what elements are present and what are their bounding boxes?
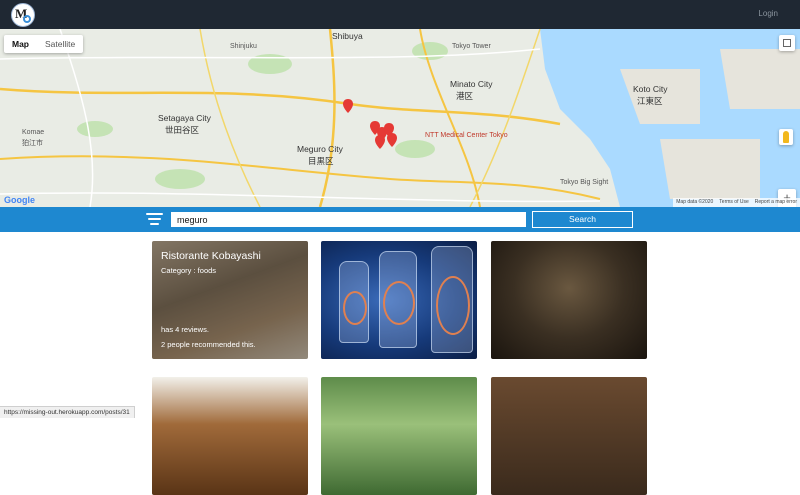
map-canvas — [0, 29, 800, 207]
menu-icon[interactable] — [146, 212, 163, 226]
card-recommend: 2 people recommended this. — [161, 340, 256, 349]
map-label: 江東区 — [637, 96, 663, 106]
map-label: Shinjuku — [230, 43, 257, 50]
map-type-map[interactable]: Map — [4, 35, 37, 53]
map-label: Koto City — [633, 84, 668, 94]
pegman-icon[interactable] — [779, 129, 793, 145]
map-label: 狛江市 — [22, 140, 43, 147]
map-label: 港区 — [456, 91, 474, 101]
card-photo-detail — [343, 291, 367, 325]
login-link[interactable]: Login — [758, 9, 778, 18]
map-view[interactable]: Shibuya Minato City 港区 Setagaya City 世田谷… — [0, 29, 800, 207]
post-card[interactable] — [321, 377, 477, 495]
logo-ring — [23, 15, 31, 23]
map-label: NTT Medical Center Tokyo — [425, 132, 508, 139]
post-card[interactable] — [321, 241, 477, 359]
map-label: Komae — [22, 129, 45, 136]
search-button[interactable]: Search — [532, 211, 633, 228]
map-label: Shibuya — [332, 31, 363, 41]
map-footer: Map data ©2020 Terms of Use Report a map… — [673, 198, 800, 207]
map-data-attribution: Map data ©2020 — [676, 199, 714, 205]
map-label: Tokyo Tower — [452, 43, 491, 50]
map-label: Minato City — [450, 79, 493, 89]
card-title: Ristorante Kobayashi — [161, 250, 261, 262]
map-label: 世田谷区 — [165, 125, 200, 135]
terms-link[interactable]: Terms of Use — [719, 198, 748, 207]
card-reviews: has 4 reviews. — [161, 325, 209, 334]
post-card[interactable] — [491, 241, 647, 359]
report-error-link[interactable]: Report a map error — [755, 198, 797, 207]
fullscreen-icon[interactable] — [779, 35, 795, 51]
google-logo: Google — [4, 195, 35, 205]
site-logo[interactable]: M — [11, 3, 35, 27]
browser-status-url: https://missing-out.herokuapp.com/posts/… — [0, 406, 135, 418]
map-label: Setagaya City — [158, 113, 211, 123]
post-card[interactable]: Ristorante Kobayashi Category : foods ha… — [152, 241, 308, 359]
search-input[interactable] — [171, 212, 526, 227]
map-label: Tokyo Big Sight — [560, 179, 609, 186]
card-category: Category : foods — [161, 266, 217, 275]
map-label: Meguro City — [297, 144, 343, 154]
post-card[interactable] — [491, 377, 647, 495]
map-type-satellite[interactable]: Satellite — [37, 35, 83, 53]
post-card[interactable] — [152, 377, 308, 495]
map-type-control: Map Satellite — [4, 35, 84, 53]
card-photo-detail — [436, 276, 470, 335]
top-navbar: M Login — [0, 0, 800, 29]
search-bar: Search — [0, 207, 800, 232]
map-label: 目黒区 — [308, 156, 334, 166]
card-photo-detail — [383, 281, 415, 325]
